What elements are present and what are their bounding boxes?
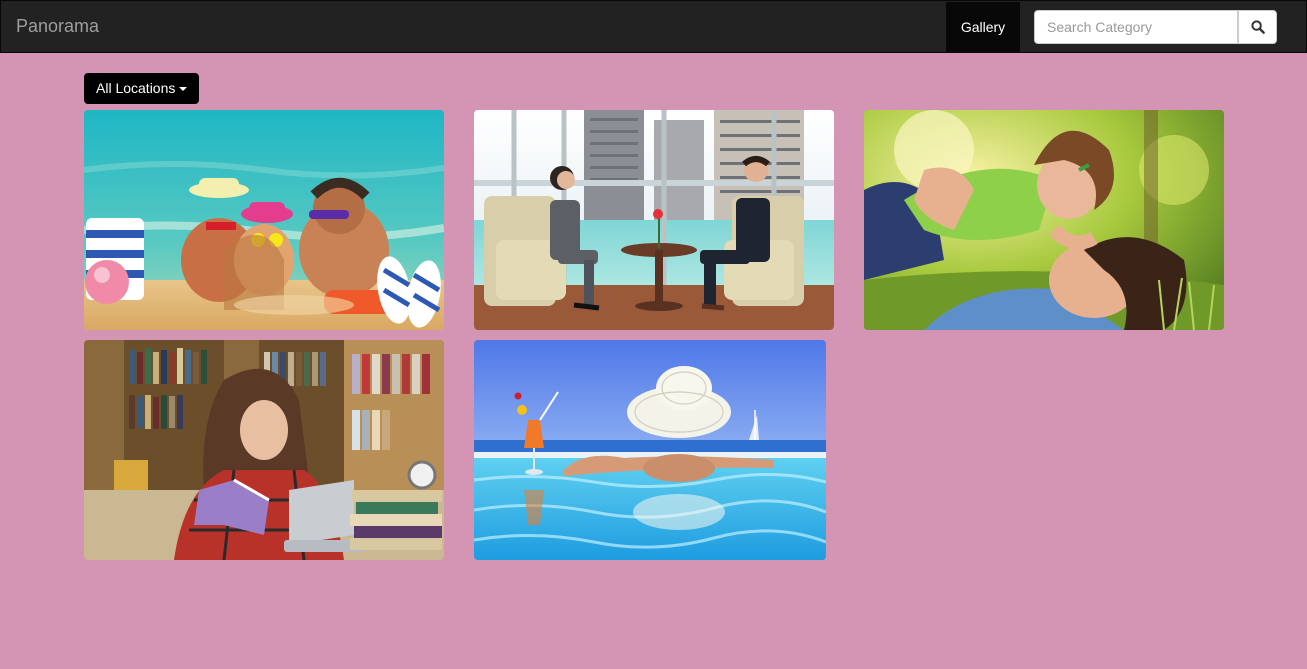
search-icon [1250, 20, 1265, 34]
location-dropdown-label: All Locations [96, 80, 176, 96]
beach-family-illustration [84, 110, 444, 330]
gallery-image-pool-sea[interactable] [474, 340, 826, 560]
search-input[interactable] [1034, 10, 1238, 44]
pool-sea-illustration [474, 340, 826, 560]
location-dropdown-button[interactable]: All Locations [84, 73, 199, 104]
gallery-image-beach-family[interactable] [84, 110, 444, 330]
gallery-image-business-meeting[interactable] [474, 110, 834, 330]
gallery-image-reading-library[interactable] [84, 340, 444, 560]
brand-link[interactable]: Panorama [16, 16, 99, 36]
search-button[interactable] [1238, 10, 1277, 44]
gallery-image-mother-child[interactable] [864, 110, 1224, 330]
mother-child-illustration [864, 110, 1224, 330]
reading-library-illustration [84, 340, 444, 560]
caret-down-icon [179, 87, 188, 92]
nav-gallery-link[interactable]: Gallery [946, 2, 1020, 52]
business-meeting-illustration [474, 110, 834, 330]
